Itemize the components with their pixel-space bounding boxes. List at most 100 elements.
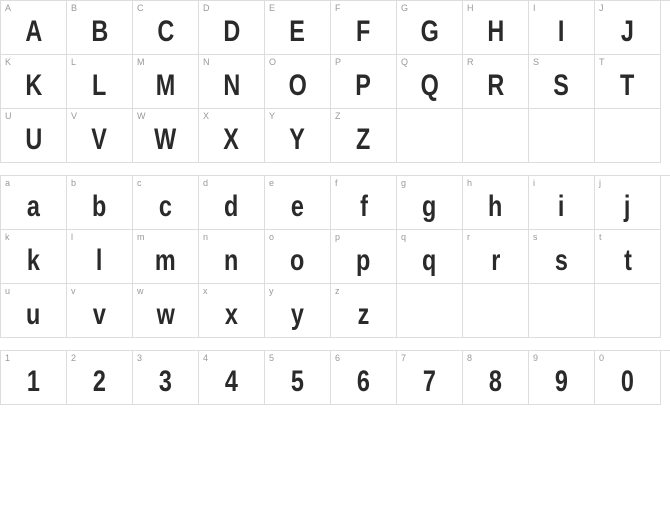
glyph-cell: ee [265, 176, 331, 230]
glyph-cell-glyph: e [291, 192, 304, 222]
glyph-cell-label: D [203, 3, 210, 13]
glyph-cell-glyph: a [27, 192, 40, 222]
glyph-cell: ww [133, 284, 199, 338]
glyph-cell [529, 109, 595, 163]
glyph-cell: ss [529, 230, 595, 284]
glyph-cell-glyph: N [223, 71, 240, 101]
glyph-cell: 99 [529, 351, 595, 405]
glyph-cell-glyph: Z [356, 125, 370, 155]
glyph-cell-glyph: B [91, 17, 108, 47]
glyph-cell-label: v [71, 286, 76, 296]
glyph-cell-label: Y [269, 111, 275, 121]
glyph-cell: 55 [265, 351, 331, 405]
glyph-cell-label: X [203, 111, 209, 121]
glyph-cell-glyph: E [290, 17, 306, 47]
glyph-cell: TT [595, 55, 661, 109]
glyph-cell-label: 2 [71, 353, 76, 363]
glyph-cell: rr [463, 230, 529, 284]
glyph-cell-label: l [71, 232, 73, 242]
glyph-cell-label: S [533, 57, 539, 67]
glyph-cell [463, 284, 529, 338]
glyph-cell-label: K [5, 57, 11, 67]
glyph-cell-glyph: R [487, 71, 504, 101]
glyph-cell [595, 284, 661, 338]
glyph-cell-label: j [599, 178, 601, 188]
glyph-cell-label: L [71, 57, 76, 67]
glyph-cell-label: z [335, 286, 340, 296]
glyph-cell: II [529, 1, 595, 55]
glyph-cell: ff [331, 176, 397, 230]
glyph-cell: gg [397, 176, 463, 230]
glyph-cell-label: f [335, 178, 338, 188]
glyph-cell-glyph: z [358, 300, 370, 330]
glyph-cell [397, 109, 463, 163]
glyph-cell: YY [265, 109, 331, 163]
glyph-cell-label: y [269, 286, 274, 296]
glyph-cell: SS [529, 55, 595, 109]
glyph-cell: WW [133, 109, 199, 163]
glyph-cell-glyph: t [624, 246, 632, 276]
glyph-cell: 66 [331, 351, 397, 405]
glyph-cell-glyph: C [157, 17, 174, 47]
glyph-cell-label: e [269, 178, 274, 188]
glyph-cell-label: O [269, 57, 276, 67]
glyph-cell [397, 284, 463, 338]
glyph-cell-label: 1 [5, 353, 10, 363]
glyph-cell-label: s [533, 232, 538, 242]
glyph-cell-label: b [71, 178, 76, 188]
glyph-cell-label: q [401, 232, 406, 242]
glyph-cell: UU [1, 109, 67, 163]
glyph-cell: xx [199, 284, 265, 338]
glyph-cell: CC [133, 1, 199, 55]
glyph-cell-label: E [269, 3, 275, 13]
glyph-cell: tt [595, 230, 661, 284]
glyph-cell: 33 [133, 351, 199, 405]
glyph-cell-glyph: k [27, 246, 40, 276]
glyph-cell-glyph: T [620, 71, 634, 101]
glyph-cell-glyph: o [290, 246, 304, 276]
glyph-cell [529, 284, 595, 338]
glyph-cell: LL [67, 55, 133, 109]
glyph-cell-label: m [137, 232, 145, 242]
glyph-cell-label: k [5, 232, 10, 242]
glyph-cell-label: w [137, 286, 144, 296]
glyph-cell-glyph: m [155, 246, 176, 276]
glyph-cell: kk [1, 230, 67, 284]
glyph-cell-glyph: i [558, 192, 565, 222]
glyph-cell-glyph: M [156, 71, 176, 101]
glyph-cell-glyph: 8 [489, 367, 502, 397]
glyph-cell: uu [1, 284, 67, 338]
glyph-cell-glyph: 7 [423, 367, 436, 397]
glyph-cell: MM [133, 55, 199, 109]
glyph-cell-label: n [203, 232, 208, 242]
glyph-cell: 77 [397, 351, 463, 405]
glyph-cell-label: Q [401, 57, 408, 67]
glyph-cell-glyph: 9 [555, 367, 568, 397]
glyph-cell-label: T [599, 57, 605, 67]
glyph-cell-glyph: Q [420, 71, 438, 101]
glyph-cell-glyph: V [92, 125, 108, 155]
glyph-cell-glyph: n [224, 246, 238, 276]
glyph-cell-label: R [467, 57, 474, 67]
glyph-cell-glyph: O [288, 71, 306, 101]
glyph-cell: mm [133, 230, 199, 284]
glyph-cell-glyph: P [356, 71, 372, 101]
glyph-cell: ii [529, 176, 595, 230]
glyph-cell-glyph: H [487, 17, 504, 47]
glyph-cell: qq [397, 230, 463, 284]
glyph-cell-label: A [5, 3, 11, 13]
glyph-cell: dd [199, 176, 265, 230]
glyph-cell-glyph: l [96, 246, 103, 276]
glyph-cell-label: V [71, 111, 77, 121]
glyph-cell: 44 [199, 351, 265, 405]
glyph-cell-label: o [269, 232, 274, 242]
glyph-cell [463, 109, 529, 163]
glyph-cell-label: Z [335, 111, 341, 121]
glyph-cell: RR [463, 55, 529, 109]
glyph-cell-label: F [335, 3, 341, 13]
glyph-cell-glyph: W [154, 125, 176, 155]
glyph-cell-glyph: h [488, 192, 502, 222]
glyph-cell-glyph: f [360, 192, 368, 222]
glyph-cell-label: u [5, 286, 10, 296]
glyph-cell-glyph: G [420, 17, 438, 47]
